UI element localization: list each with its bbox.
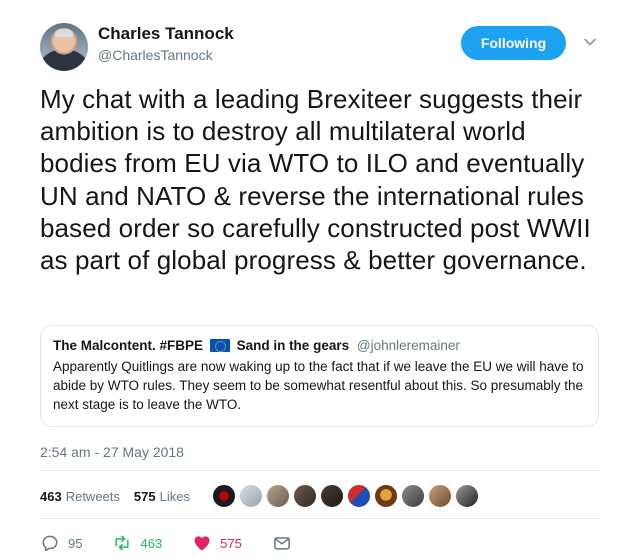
author-avatar[interactable] <box>40 23 88 71</box>
retweets-stat[interactable]: 463 Retweets <box>40 489 120 504</box>
liker-avatar[interactable] <box>211 484 236 508</box>
quoted-author-handle: @johnleremainer <box>356 338 460 353</box>
likes-stat-label: Likes <box>159 488 190 504</box>
liker-avatar[interactable] <box>454 484 479 508</box>
divider <box>40 518 600 519</box>
liker-avatar[interactable] <box>265 484 290 508</box>
chevron-down-icon[interactable] <box>583 35 597 49</box>
retweets-stat-count: 463 <box>40 488 62 504</box>
liker-avatar[interactable] <box>238 484 263 508</box>
quoted-tweet[interactable]: The Malcontent. #FBPE Sand in the gears … <box>40 325 599 427</box>
liker-avatar[interactable] <box>319 484 344 508</box>
tweet-timestamp[interactable]: 2:54 am - 27 May 2018 <box>40 444 184 460</box>
liker-avatar[interactable] <box>292 484 317 508</box>
like-button[interactable]: 575 <box>192 533 242 553</box>
quoted-tweet-header: The Malcontent. #FBPE Sand in the gears … <box>53 337 586 355</box>
liker-avatar[interactable] <box>400 484 425 508</box>
likes-stat-count: 575 <box>133 488 156 504</box>
liker-avatar[interactable] <box>373 484 398 508</box>
following-button[interactable]: Following <box>461 26 566 60</box>
eu-flag-icon <box>209 339 230 352</box>
liker-avatar[interactable] <box>346 484 371 508</box>
engagement-stats: 463 Retweets 575 Likes <box>40 482 482 510</box>
reply-button[interactable]: 95 <box>40 533 82 553</box>
like-count: 575 <box>220 535 242 551</box>
quoted-author-name: The Malcontent. #FBPE <box>53 338 204 353</box>
liker-avatars <box>211 484 482 508</box>
quoted-tweet-text: Apparently Quitlings are now waking up t… <box>53 359 584 412</box>
tweet-actions: 95 463 575 <box>40 532 330 554</box>
likes-stat[interactable]: 575 Likes <box>134 489 190 504</box>
divider <box>40 470 600 471</box>
reply-count: 95 <box>68 535 83 551</box>
retweet-button[interactable]: 463 <box>112 533 162 553</box>
author-handle[interactable]: @CharlesTannock <box>98 47 213 63</box>
author-name[interactable]: Charles Tannock <box>98 24 234 44</box>
envelope-icon <box>274 537 290 550</box>
reply-icon <box>42 535 58 552</box>
heart-icon <box>194 536 210 551</box>
retweet-icon <box>115 535 130 551</box>
direct-message-button[interactable] <box>272 533 300 553</box>
liker-avatar[interactable] <box>427 484 452 508</box>
tweet-text: My chat with a leading Brexiteer suggest… <box>40 84 591 276</box>
retweets-stat-label: Retweets <box>65 488 120 504</box>
quoted-author-name-suffix: Sand in the gears <box>236 338 350 353</box>
retweet-count: 463 <box>140 535 163 551</box>
